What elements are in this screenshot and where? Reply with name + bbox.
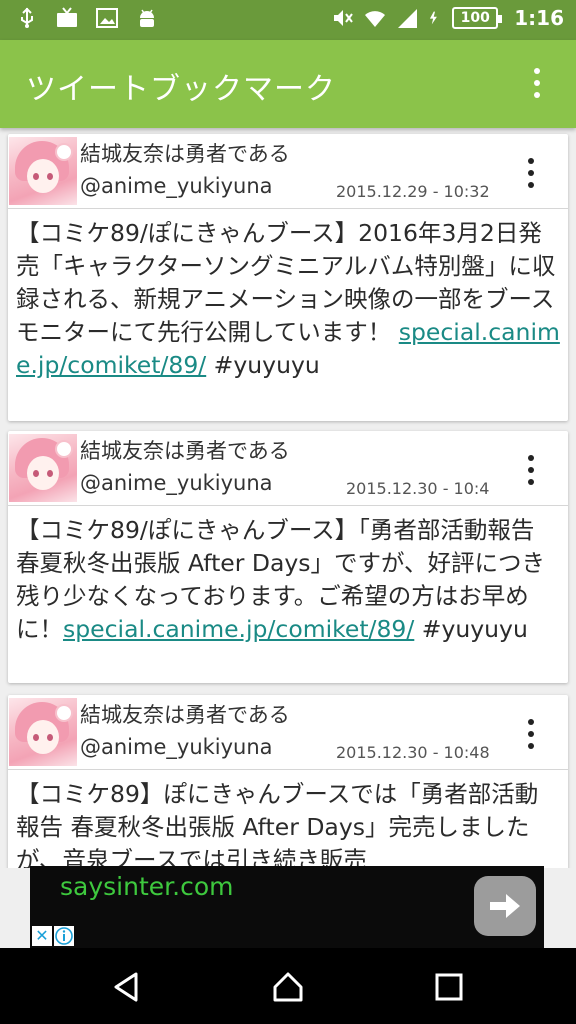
tweet-menu-icon[interactable] bbox=[524, 719, 538, 749]
back-icon[interactable] bbox=[110, 970, 144, 1004]
ad-open-button[interactable] bbox=[474, 876, 536, 936]
avatar[interactable] bbox=[9, 434, 77, 502]
avatar[interactable] bbox=[9, 698, 77, 766]
navigation-bar bbox=[0, 948, 576, 1024]
battery-indicator: 100 bbox=[452, 7, 503, 29]
image-icon bbox=[96, 8, 118, 28]
mute-icon bbox=[334, 10, 354, 26]
tv-icon bbox=[57, 7, 77, 27]
signal-icon bbox=[398, 9, 418, 28]
ad-info-icon[interactable] bbox=[54, 926, 74, 946]
android-icon bbox=[140, 9, 154, 27]
tweet-author-handle: @anime_yukiyuna bbox=[80, 174, 273, 198]
charging-icon bbox=[430, 11, 438, 25]
ad-close-icon[interactable]: ✕ bbox=[32, 926, 52, 946]
tweet-hashtag[interactable]: #yuyuyu bbox=[206, 351, 320, 379]
avatar[interactable] bbox=[9, 137, 77, 205]
tweet-text: 【コミケ89/ぽにきゃんブース】2016年3月2日発売「キャラクターソングミニア… bbox=[8, 209, 568, 382]
tweet-author-name: 結城友奈は勇者である bbox=[80, 703, 290, 727]
tweet-author-name: 結城友奈は勇者である bbox=[80, 439, 290, 463]
status-bar: 100 1:16 bbox=[0, 0, 576, 40]
tweet-date: 2015.12.30 - 10:4 bbox=[346, 479, 490, 498]
tweet-text: 【コミケ89/ぽにきゃんブース】「勇者部活動報告 春夏秋冬出張版 After D… bbox=[8, 506, 568, 646]
tweet-date: 2015.12.29 - 10:32 bbox=[336, 182, 490, 201]
tweet-author-handle: @anime_yukiyuna bbox=[80, 735, 273, 759]
tweet-menu-icon[interactable] bbox=[524, 158, 538, 188]
usb-icon bbox=[21, 7, 33, 28]
tweet-author-handle: @anime_yukiyuna bbox=[80, 471, 273, 495]
tweet-link[interactable]: special.canime.jp/comiket/89/ bbox=[63, 615, 414, 643]
tweet-menu-icon[interactable] bbox=[524, 455, 538, 485]
tweet-text: 【コミケ89】ぽにきゃんブースでは「勇者部活動報告 春夏秋冬出張版 After … bbox=[8, 770, 568, 868]
overflow-menu-icon[interactable] bbox=[522, 68, 552, 102]
wifi-icon bbox=[365, 11, 386, 27]
ad-text[interactable]: saysinter.com bbox=[60, 872, 233, 901]
tweet-card[interactable]: 結城友奈は勇者である @anime_yukiyuna 2015.12.30 - … bbox=[8, 431, 568, 683]
battery-level: 100 bbox=[460, 10, 490, 26]
tweet-text-main: 【コミケ89】ぽにきゃんブースでは「勇者部活動報告 春夏秋冬出張版 After … bbox=[16, 780, 539, 868]
ad-banner[interactable]: saysinter.com ✕ bbox=[30, 866, 544, 948]
tweet-list[interactable]: 結城友奈は勇者である @anime_yukiyuna 2015.12.29 - … bbox=[0, 128, 576, 868]
app-title: ツイートブックマーク bbox=[26, 72, 336, 107]
arrow-right-icon bbox=[490, 894, 520, 918]
tweet-card[interactable]: 結城友奈は勇者である @anime_yukiyuna 2015.12.29 - … bbox=[8, 134, 568, 421]
recent-apps-icon[interactable] bbox=[432, 970, 466, 1004]
tweet-card[interactable]: 結城友奈は勇者である @anime_yukiyuna 2015.12.30 - … bbox=[8, 695, 568, 868]
clock: 1:16 bbox=[514, 6, 564, 30]
home-icon[interactable] bbox=[271, 970, 305, 1004]
tweet-author-name: 結城友奈は勇者である bbox=[80, 142, 290, 166]
tweet-date: 2015.12.30 - 10:48 bbox=[336, 743, 490, 762]
app-bar: ツイートブックマーク bbox=[0, 40, 576, 128]
tweet-hashtag[interactable]: #yuyuyu bbox=[414, 615, 528, 643]
